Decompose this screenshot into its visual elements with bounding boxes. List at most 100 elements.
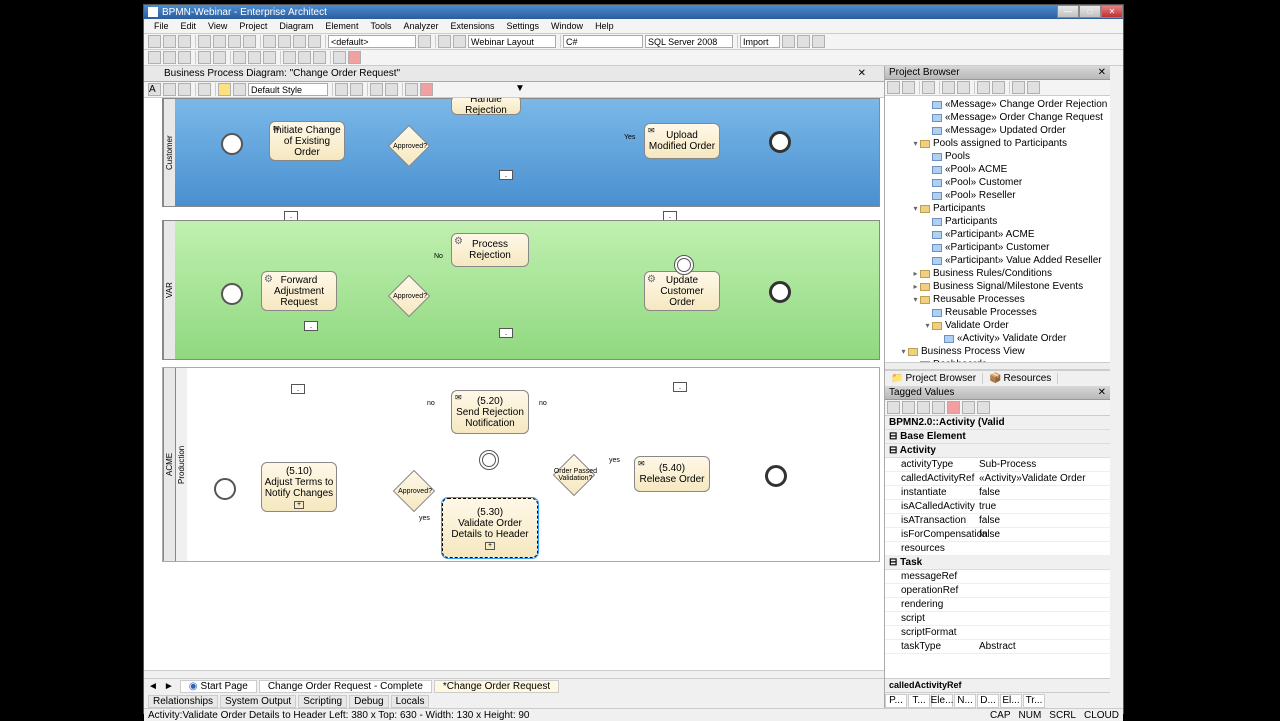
grid-icon[interactable] xyxy=(198,51,211,64)
paste-icon[interactable] xyxy=(243,35,256,48)
activity-process-rejection[interactable]: ⚙ Process Rejection xyxy=(451,233,529,267)
menu-diagram[interactable]: Diagram xyxy=(273,21,319,31)
start-event-var[interactable] xyxy=(221,283,243,305)
output-tab-debug[interactable]: Debug xyxy=(349,695,388,708)
intermediate-event-acme[interactable] xyxy=(479,450,499,470)
delete-shape-icon[interactable] xyxy=(420,83,433,96)
pb-add-icon[interactable] xyxy=(902,81,915,94)
layout-icon[interactable] xyxy=(438,35,451,48)
gateway-var-approved[interactable]: Approved? xyxy=(388,275,430,317)
tv-copy-icon[interactable] xyxy=(962,401,975,414)
props-row[interactable]: operationRef xyxy=(885,584,1110,598)
menu-analyzer[interactable]: Analyzer xyxy=(397,21,444,31)
tree-item[interactable]: Participants xyxy=(887,215,1108,228)
undo-icon[interactable] xyxy=(263,35,276,48)
db-combo[interactable]: SQL Server 2008 xyxy=(645,35,733,48)
props-group[interactable]: ⊟ Task xyxy=(885,556,1110,570)
shape-icon[interactable] xyxy=(350,83,363,96)
font-icon[interactable]: A xyxy=(148,83,161,96)
menu-edit[interactable]: Edit xyxy=(175,21,203,31)
layer-icon[interactable] xyxy=(385,83,398,96)
start-event-acme[interactable] xyxy=(214,478,236,500)
pb-package-icon[interactable] xyxy=(922,81,935,94)
pb-help-icon[interactable] xyxy=(1027,81,1040,94)
align-top-icon[interactable] xyxy=(263,51,276,64)
nav-right-icon[interactable]: ► xyxy=(164,681,174,692)
gateway-acme-approved[interactable]: Approved? xyxy=(393,470,435,512)
tree-item[interactable]: ▾Business Process View xyxy=(887,345,1108,358)
tree-item[interactable]: ▾Pools assigned to Participants xyxy=(887,137,1108,150)
project-browser-tree[interactable]: «Message» Change Order Rejection«Message… xyxy=(885,96,1110,362)
tree-item[interactable]: «Pool» ACME xyxy=(887,163,1108,176)
filter-icon[interactable] xyxy=(370,83,383,96)
props-row[interactable]: scriptFormat xyxy=(885,626,1110,640)
menu-settings[interactable]: Settings xyxy=(501,21,546,31)
gateway-customer-approved[interactable]: Approved? xyxy=(388,125,430,167)
lock-icon[interactable] xyxy=(333,51,346,64)
tree-item[interactable]: ▾Reusable Processes xyxy=(887,293,1108,306)
output-tab-system-output[interactable]: System Output xyxy=(220,695,296,708)
layout-combo[interactable]: Webinar Layout xyxy=(468,35,556,48)
tree-item[interactable]: «Activity» Validate Order xyxy=(887,332,1108,345)
tagged-values-table[interactable]: BPMN2.0::Activity (Valid⊟ Base Element⊟ … xyxy=(885,416,1110,678)
tab-change-order-request[interactable]: *Change Order Request xyxy=(434,680,559,693)
diagram-canvas[interactable]: Customer ✉ Initiate Change of Existing O… xyxy=(144,98,884,670)
end-event-var[interactable] xyxy=(769,281,791,303)
activity-adjust-terms[interactable]: (5.10) Adjust Terms to Notify Changes + xyxy=(261,462,337,512)
menu-extensions[interactable]: Extensions xyxy=(444,21,500,31)
props-row[interactable]: isATransactionfalse xyxy=(885,514,1110,528)
props-row[interactable]: isACalledActivitytrue xyxy=(885,500,1110,514)
tv-sort-icon[interactable] xyxy=(887,401,900,414)
tree-item[interactable]: Reusable Processes xyxy=(887,306,1108,319)
end-event-customer[interactable] xyxy=(769,131,791,153)
props-row[interactable]: resources xyxy=(885,542,1110,556)
mini-tab-1[interactable]: T... xyxy=(908,694,930,708)
dropdown-icon[interactable] xyxy=(418,35,431,48)
tree-item[interactable]: «Participant» Value Added Reseller xyxy=(887,254,1108,267)
activity-forward-adjustment[interactable]: ⚙ Forward Adjustment Request xyxy=(261,271,337,311)
tv-cat-icon[interactable] xyxy=(902,401,915,414)
tab-change-order-complete[interactable]: Change Order Request - Complete xyxy=(259,680,432,693)
tree-item[interactable]: Pools xyxy=(887,150,1108,163)
pb-element-icon[interactable] xyxy=(957,81,970,94)
mini-tab-4[interactable]: D... xyxy=(977,694,999,708)
intermediate-event[interactable] xyxy=(674,255,694,275)
snap-icon[interactable] xyxy=(213,51,226,64)
zoom-width-icon[interactable] xyxy=(313,51,326,64)
activity-initiate-change[interactable]: ✉ Initiate Change of Existing Order xyxy=(269,121,345,161)
color-icon[interactable] xyxy=(178,83,191,96)
mini-tab-6[interactable]: Tr... xyxy=(1023,694,1045,708)
tv-edit-icon[interactable] xyxy=(932,401,945,414)
pb-new-icon[interactable] xyxy=(887,81,900,94)
menu-view[interactable]: View xyxy=(202,21,233,31)
tab-project-browser[interactable]: 📁Project Browser xyxy=(885,373,983,384)
cut-icon[interactable] xyxy=(213,35,226,48)
refresh-icon[interactable] xyxy=(308,35,321,48)
gateway-order-passed[interactable]: Order Passed Validation? xyxy=(553,454,595,496)
props-row[interactable]: activityTypeSub-Process xyxy=(885,458,1110,472)
props-row[interactable]: rendering xyxy=(885,598,1110,612)
activity-update-customer-order[interactable]: ⚙ Update Customer Order xyxy=(644,271,720,311)
tree-item[interactable]: ▾Participants xyxy=(887,202,1108,215)
apply-icon[interactable] xyxy=(335,83,348,96)
zoom-in-icon[interactable] xyxy=(148,51,161,64)
tv-help-icon[interactable] xyxy=(977,401,990,414)
tree-item[interactable]: ▸Business Signal/Milestone Events xyxy=(887,280,1108,293)
tab-start-page[interactable]: ◉Start Page xyxy=(180,680,257,693)
props-row[interactable]: script xyxy=(885,612,1110,626)
props-row[interactable]: calledActivityRef«Activity»Validate Orde… xyxy=(885,472,1110,486)
pb-diagram-icon[interactable] xyxy=(942,81,955,94)
funnel-icon[interactable]: ▼ xyxy=(515,83,528,96)
props-row[interactable]: taskTypeAbstract xyxy=(885,640,1110,654)
delete-icon[interactable] xyxy=(348,51,361,64)
tree-item[interactable]: «Pool» Customer xyxy=(887,176,1108,189)
line-icon[interactable] xyxy=(198,83,211,96)
activity-upload-modified[interactable]: ✉ Upload Modified Order xyxy=(644,123,720,159)
pb-up-icon[interactable] xyxy=(977,81,990,94)
menu-project[interactable]: Project xyxy=(233,21,273,31)
edit-icon[interactable] xyxy=(405,83,418,96)
settings-icon[interactable] xyxy=(797,35,810,48)
copy-icon[interactable] xyxy=(228,35,241,48)
zoom-100-icon[interactable] xyxy=(283,51,296,64)
nav-left-icon[interactable]: ◄ xyxy=(148,681,158,692)
